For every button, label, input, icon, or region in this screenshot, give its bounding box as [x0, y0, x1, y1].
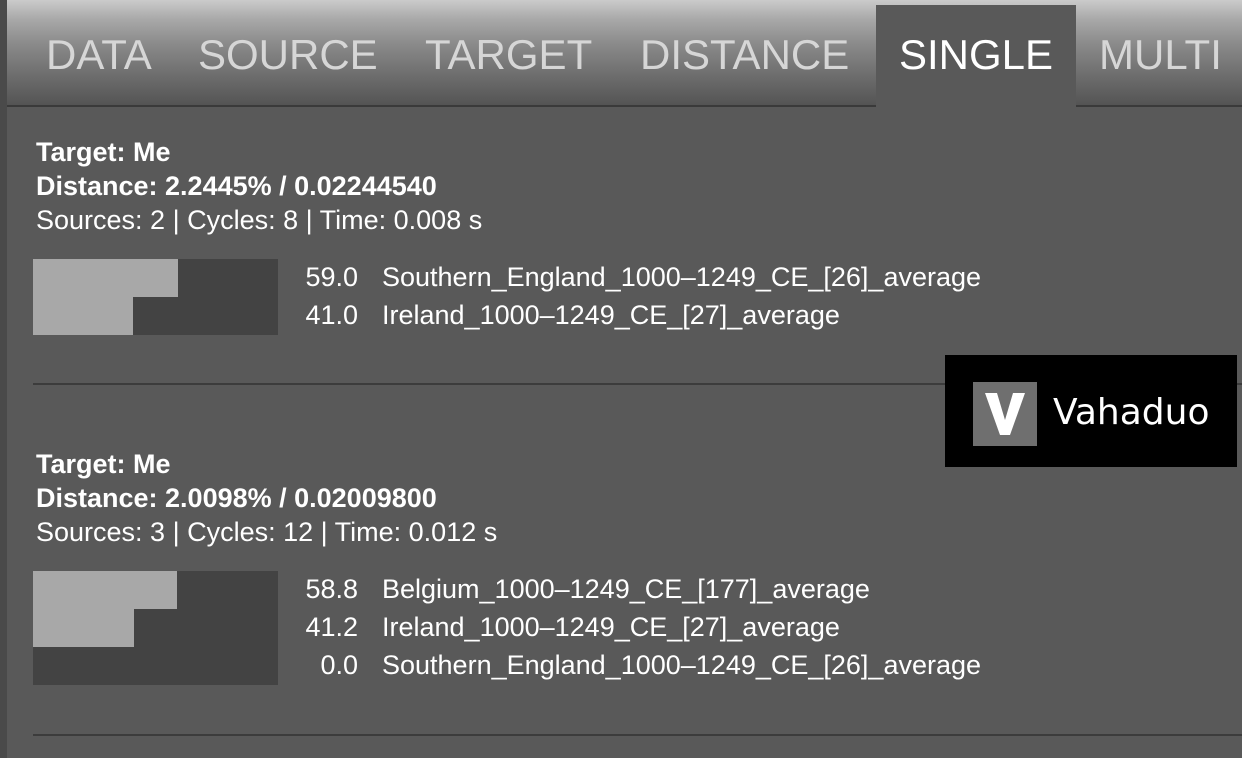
source-row: 41.2 Ireland_1000–1249_CE_[27]_average: [290, 608, 839, 646]
stats-label: Sources: 2 | Cycles: 8 | Time: 0.008 s: [36, 205, 483, 235]
source-row: 0.0 Southern_England_1000–1249_CE_[26]_a…: [290, 646, 981, 684]
tab-bar: DATA SOURCE TARGET DISTANCE SINGLE MULTI: [7, 0, 1242, 107]
source-row: 41.0 Ireland_1000–1249_CE_[27]_average: [290, 296, 839, 334]
v-logo-glyph: [985, 393, 1025, 435]
source-bars: [33, 571, 278, 685]
source-bar: [33, 297, 134, 335]
tab-distance[interactable]: DISTANCE: [640, 5, 849, 107]
source-percent: 59.0: [305, 262, 358, 292]
vahaduo-logo-icon: [973, 382, 1037, 446]
source-name: Ireland_1000–1249_CE_[27]_average: [382, 612, 840, 642]
source-name: Belgium_1000–1249_CE_[177]_average: [382, 574, 870, 604]
result-divider: [33, 734, 1242, 736]
source-percent: 41.0: [305, 300, 358, 330]
vahaduo-watermark: Vahaduo: [945, 355, 1237, 467]
source-row: 58.8 Belgium_1000–1249_CE_[177]_average: [290, 570, 869, 608]
source-percent: 58.8: [305, 574, 358, 604]
stats-label: Sources: 3 | Cycles: 12 | Time: 0.012 s: [36, 517, 498, 547]
source-percent: 0.0: [320, 650, 358, 680]
left-border: [0, 0, 7, 758]
source-bar: [33, 609, 134, 647]
target-label: Target: Me: [36, 449, 171, 479]
distance-label: Distance: 2.0098% / 0.02009800: [36, 483, 437, 513]
source-name: Southern_England_1000–1249_CE_[26]_avera…: [382, 262, 982, 292]
source-row: 59.0 Southern_England_1000–1249_CE_[26]_…: [290, 258, 981, 296]
source-bars: [33, 259, 278, 335]
tab-single[interactable]: SINGLE: [876, 5, 1076, 107]
source-bar: [33, 259, 178, 297]
watermark-text: Vahaduo: [1053, 392, 1210, 433]
source-percent: 41.2: [305, 612, 358, 642]
source-name: Southern_England_1000–1249_CE_[26]_avera…: [382, 650, 982, 680]
target-label: Target: Me: [36, 137, 171, 167]
source-bar: [33, 571, 178, 609]
source-name: Ireland_1000–1249_CE_[27]_average: [382, 300, 840, 330]
distance-label: Distance: 2.2445% / 0.02244540: [36, 171, 437, 201]
tab-data[interactable]: DATA: [46, 5, 152, 107]
tab-target[interactable]: TARGET: [425, 5, 592, 107]
tab-source[interactable]: SOURCE: [198, 5, 378, 107]
tab-multi[interactable]: MULTI: [1099, 5, 1222, 107]
